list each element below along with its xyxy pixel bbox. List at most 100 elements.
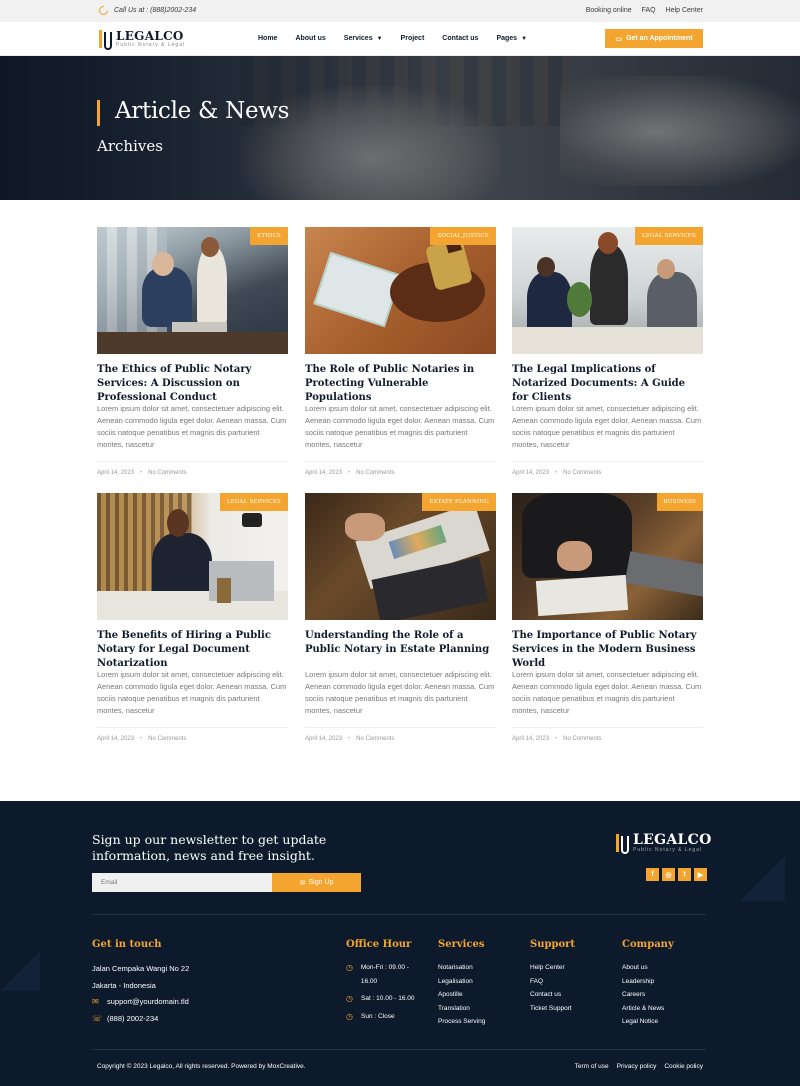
footer-link-legal-notice[interactable]: Legal Notice	[622, 1015, 674, 1029]
post-image[interactable]: SOCIAL JUSTICE	[305, 227, 496, 354]
get-in-touch-heading: Get in touch	[92, 939, 162, 950]
clock-icon: ◷	[346, 963, 353, 972]
category-badge[interactable]: ETHICS	[250, 227, 288, 245]
nav-item-pages[interactable]: Pages ▼	[496, 35, 527, 42]
post-card[interactable]: LEGAL SERVICES The Benefits of Hiring a …	[97, 493, 288, 742]
post-title[interactable]: The Legal Implications of Notarized Docu…	[512, 363, 703, 403]
post-image[interactable]: LEGAL SERVICES	[97, 493, 288, 620]
newsletter-signup-button[interactable]: ✉ Sign Up	[272, 873, 361, 892]
post-image[interactable]: ETHICS	[97, 227, 288, 354]
footer-link-leadership[interactable]: Leadership	[622, 975, 674, 989]
email-contact[interactable]: ✉ support@yourdomain.tld	[92, 994, 189, 1011]
term-of-use-link[interactable]: Term of use	[575, 1063, 609, 1070]
main-menu: Home About us Services ▼ Project Contact …	[258, 35, 545, 42]
help-center-link[interactable]: Help Center	[666, 7, 703, 14]
footer-link-about[interactable]: About us	[622, 961, 674, 975]
post-image[interactable]: BUSINESS	[512, 493, 703, 620]
post-card[interactable]: ETHICS The Ethics of Public Notary Servi…	[97, 227, 288, 476]
facebook-icon[interactable]: f	[646, 868, 659, 881]
post-image[interactable]: LEGAL SERVICES	[512, 227, 703, 354]
post-excerpt: Lorem ipsum dolor sit amet, consectetuer…	[305, 670, 495, 715]
post-date: April 14, 2023	[305, 736, 343, 742]
category-badge[interactable]: BUSINESS	[656, 493, 703, 511]
footer-link-process-serving[interactable]: Process Serving	[438, 1015, 485, 1029]
youtube-icon[interactable]: ▶	[694, 868, 707, 881]
footer-link-notarisation[interactable]: Notarisation	[438, 961, 485, 975]
separator-dot: •	[555, 736, 558, 742]
privacy-policy-link[interactable]: Privacy policy	[617, 1063, 657, 1070]
footer-link-contact[interactable]: Contact us	[530, 988, 575, 1002]
decorative-triangle	[0, 951, 40, 991]
post-meta: April 14, 2023 • No Comments	[305, 461, 496, 476]
post-comments[interactable]: No Comments	[148, 470, 186, 476]
hours-saturday: ◷ Sat : 10.00 - 16.00	[346, 992, 426, 1006]
post-card[interactable]: LEGAL SERVICES The Legal Implications of…	[512, 227, 703, 476]
post-card[interactable]: ESTATE PLANNING Understanding the Role o…	[305, 493, 496, 742]
post-title[interactable]: The Ethics of Public Notary Services: A …	[97, 363, 288, 403]
get-appointment-button[interactable]: ▭ Get an Appointment	[605, 29, 703, 48]
nav-item-about[interactable]: About us	[295, 35, 325, 42]
cta-label: Get an Appointment	[625, 35, 693, 42]
nav-item-services[interactable]: Services ▼	[344, 35, 383, 42]
footer-link-apostille[interactable]: Apostille	[438, 988, 485, 1002]
footer-link-ticket-support[interactable]: Ticket Support	[530, 1002, 575, 1016]
post-comments[interactable]: No Comments	[563, 470, 601, 476]
faq-link[interactable]: FAQ	[642, 7, 656, 14]
footer-logo[interactable]: LEGALCO Public Notary & Legal	[616, 832, 712, 854]
top-bar: Call Us at : (888)2002-234 Booking onlin…	[0, 0, 800, 22]
post-excerpt: Lorem ipsum dolor sit amet, consectetuer…	[97, 404, 287, 449]
post-comments[interactable]: No Comments	[356, 736, 394, 742]
nav-item-contact[interactable]: Contact us	[442, 35, 478, 42]
newsletter-email-input[interactable]	[92, 873, 272, 892]
footer-link-translation[interactable]: Translation	[438, 1002, 485, 1016]
site-logo[interactable]: LEGALCO Public Notary & Legal	[99, 28, 185, 50]
post-title[interactable]: The Role of Public Notaries in Protectin…	[305, 363, 496, 403]
support-column: Support Help Center FAQ Contact us Ticke…	[530, 939, 575, 1015]
post-comments[interactable]: No Comments	[148, 736, 186, 742]
footer-link-legalisation[interactable]: Legalisation	[438, 975, 485, 989]
category-badge[interactable]: LEGAL SERVICES	[634, 227, 703, 245]
phone-contact[interactable]: ☏ (888) 2002-234	[92, 1011, 189, 1028]
instagram-icon[interactable]: ◎	[662, 868, 675, 881]
post-image[interactable]: ESTATE PLANNING	[305, 493, 496, 620]
logo-name: LEGALCO	[116, 28, 184, 43]
post-card[interactable]: SOCIAL JUSTICE The Role of Public Notari…	[305, 227, 496, 476]
post-title[interactable]: The Importance of Public Notary Services…	[512, 629, 703, 669]
post-card[interactable]: BUSINESS The Importance of Public Notary…	[512, 493, 703, 742]
footer-link-help-center[interactable]: Help Center	[530, 961, 575, 975]
cookie-policy-link[interactable]: Cookie policy	[664, 1063, 703, 1070]
post-title[interactable]: Understanding the Role of a Public Notar…	[305, 629, 496, 657]
category-badge[interactable]: ESTATE PLANNING	[422, 493, 496, 511]
booking-online-link[interactable]: Booking online	[586, 7, 632, 14]
separator-dot: •	[348, 470, 351, 476]
nav-item-home[interactable]: Home	[258, 35, 277, 42]
footer-link-faq[interactable]: FAQ	[530, 975, 575, 989]
post-meta: April 14, 2023 • No Comments	[305, 727, 496, 742]
hours-sunday: ◷ Sun : Close	[346, 1010, 426, 1024]
twitter-icon[interactable]: t	[678, 868, 691, 881]
top-links: Booking online FAQ Help Center	[586, 7, 703, 14]
nav-item-project[interactable]: Project	[401, 35, 425, 42]
clock-icon: ◷	[346, 1011, 353, 1021]
footer-link-article-news[interactable]: Article & News	[622, 1002, 674, 1016]
post-comments[interactable]: No Comments	[356, 470, 394, 476]
logo-tagline: Public Notary & Legal	[116, 41, 186, 48]
category-badge[interactable]: SOCIAL JUSTICE	[430, 227, 496, 245]
services-column: Services Notarisation Legalisation Apost…	[438, 939, 485, 1029]
post-comments[interactable]: No Comments	[563, 736, 601, 742]
logo-tagline: Public Notary & Legal	[633, 846, 703, 853]
post-title[interactable]: The Benefits of Hiring a Public Notary f…	[97, 629, 288, 669]
separator-dot: •	[348, 736, 351, 742]
post-meta: April 14, 2023 • No Comments	[97, 727, 288, 742]
get-in-touch-column: Get in touch Jalan Cempaka Wangi No 22 J…	[92, 939, 189, 1027]
separator-dot: •	[140, 470, 143, 476]
footer-link-careers[interactable]: Careers	[622, 988, 674, 1002]
clock-icon: ◷	[346, 994, 353, 1003]
site-footer: Sign up our newsletter to get update inf…	[0, 801, 800, 1086]
calendar-icon: ▭	[615, 35, 622, 43]
category-badge[interactable]: LEGAL SERVICES	[219, 493, 288, 511]
decorative-triangle	[740, 856, 785, 901]
legal-links: Term of use Privacy policy Cookie policy	[575, 1063, 703, 1070]
post-date: April 14, 2023	[512, 736, 550, 742]
logo-mark-icon	[616, 832, 629, 854]
